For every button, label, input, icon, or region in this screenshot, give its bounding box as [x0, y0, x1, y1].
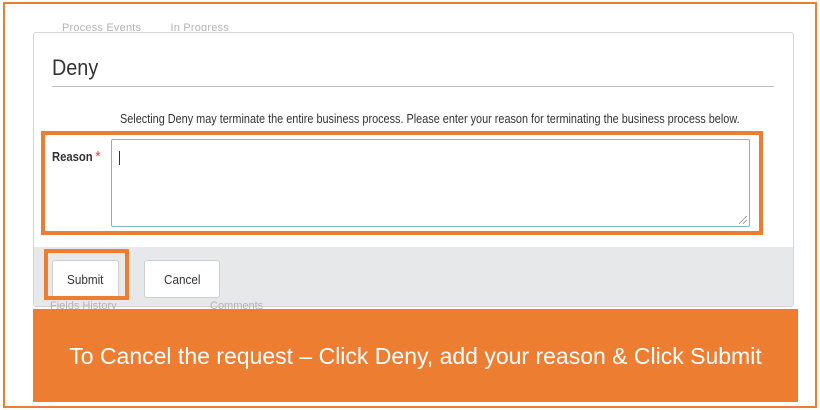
instruction-caption: To Cancel the request – Click Deny, add …	[33, 309, 798, 402]
submit-highlight-box	[44, 249, 129, 300]
dialog-title: Deny	[52, 55, 99, 80]
cancel-button-label: Cancel	[163, 271, 201, 287]
background-tab-process-events: Process Events	[62, 22, 142, 31]
title-divider	[52, 86, 774, 87]
cancel-button[interactable]: Cancel	[144, 260, 220, 298]
background-tab-in-progress: In Progress	[170, 22, 229, 31]
deny-warning-text: Selecting Deny may terminate the entire …	[120, 112, 740, 126]
background-tabs-fragment: Process Events In Progress	[62, 22, 255, 31]
reason-highlight-box	[41, 131, 763, 235]
instruction-caption-text: To Cancel the request – Click Deny, add …	[69, 342, 762, 369]
